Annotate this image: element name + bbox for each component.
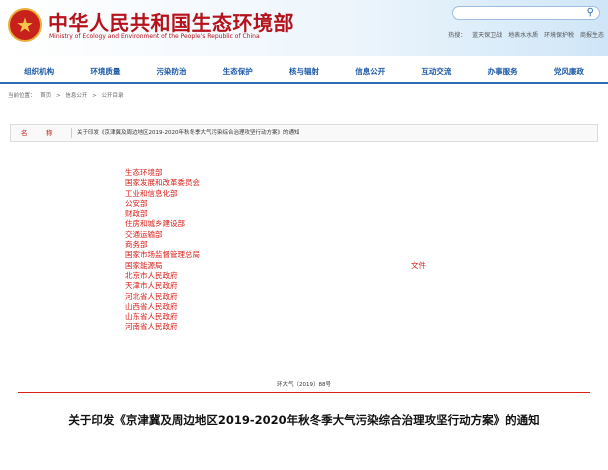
recipient-item: 国家能源局 xyxy=(125,260,163,270)
recipient-item: 财政部 xyxy=(125,209,148,219)
breadcrumb-info-disclosure[interactable]: 信息公开 xyxy=(65,93,87,99)
search-input[interactable]: ⚲ xyxy=(452,6,600,20)
recipient-item: 生态环境部 xyxy=(125,168,163,177)
hot-search-link[interactable]: 蓝天保卫战 xyxy=(472,32,502,39)
recipient-item: 国家市场监督管理总局 xyxy=(125,250,200,260)
document-name-row: 名 称 关于印发《京津冀及周边地区2019-2020年秋冬季大气污染综合治理攻坚… xyxy=(10,124,598,142)
site-subtitle: Ministry of Ecology and Environment of t… xyxy=(49,33,260,40)
nav-item-ecological-protection[interactable]: 生态保护 xyxy=(223,64,253,80)
recipient-item: 山东省人民政府 xyxy=(125,312,178,322)
recipient-list: 生态环境部 国家发展和改革委员会 工业和信息化部 公安部 财政部 住房和城乡建设… xyxy=(125,168,200,333)
site-header: ★ 中华人民共和国生态环境部 Ministry of Ecology and E… xyxy=(0,0,608,56)
name-divider xyxy=(71,128,72,138)
hot-search-links: 热搜： 蓝天保卫战 地表水水质 环境保护税 商报生态 xyxy=(444,30,604,39)
site-title[interactable]: 中华人民共和国生态环境部 xyxy=(48,7,294,36)
nav-item-information-disclosure[interactable]: 信息公开 xyxy=(355,64,385,80)
search-icon[interactable]: ⚲ xyxy=(587,7,594,19)
nav-item-environment-quality[interactable]: 环境质量 xyxy=(90,64,120,80)
hot-search-label: 热搜： xyxy=(448,32,467,39)
recipient-item: 山西省人民政府 xyxy=(125,301,178,311)
nav-divider xyxy=(0,82,608,84)
document-number: 环大气〔2019〕88号 xyxy=(277,382,331,388)
hot-search-link[interactable]: 环境保护税 xyxy=(544,32,574,39)
national-emblem-icon[interactable]: ★ xyxy=(8,8,42,42)
document-title: 关于印发《京津冀及周边地区2019-2020年秋冬季大气污染综合治理攻坚行动方案… xyxy=(68,413,540,427)
nav-item-organization[interactable]: 组织机构 xyxy=(24,64,54,80)
recipient-item: 天津市人民政府 xyxy=(125,281,178,291)
nav-item-pollution-control[interactable]: 污染防治 xyxy=(157,64,187,80)
hot-search-link[interactable]: 地表水水质 xyxy=(508,32,538,39)
name-value: 关于印发《京津冀及周边地区2019-2020年秋冬季大气污染综合治理攻坚行动方案… xyxy=(77,130,300,136)
recipient-item: 河南省人民政府 xyxy=(125,322,178,332)
name-label: 名 称 xyxy=(21,129,59,137)
recipient-item: 公安部 xyxy=(125,198,148,208)
recipient-item: 工业和信息化部 xyxy=(125,188,178,198)
nav-item-interaction[interactable]: 互动交流 xyxy=(421,64,451,80)
nav-item-services[interactable]: 办事服务 xyxy=(488,64,518,80)
recipient-item: 河北省人民政府 xyxy=(125,291,178,301)
nav-item-nuclear-radiation[interactable]: 核与辐射 xyxy=(289,64,319,80)
breadcrumb-label: 当前位置： xyxy=(8,93,36,99)
breadcrumb-catalog[interactable]: 公开目录 xyxy=(102,93,124,99)
breadcrumb-separator: > xyxy=(56,93,61,99)
main-nav: 组织机构 环境质量 污染防治 生态保护 核与辐射 信息公开 互动交流 办事服务 … xyxy=(0,64,608,80)
red-divider xyxy=(18,392,590,393)
breadcrumb-separator: > xyxy=(92,93,97,99)
document-type-label: 文件 xyxy=(411,261,426,270)
nav-item-integrity[interactable]: 党风廉政 xyxy=(554,64,584,80)
recipient-item: 商务部 xyxy=(125,240,148,250)
recipient-item: 交通运输部 xyxy=(125,229,163,239)
breadcrumb: 当前位置： 首页 > 信息公开 > 公开目录 xyxy=(8,91,127,99)
recipient-item: 住房和城乡建设部 xyxy=(125,219,185,229)
recipient-item: 国家发展和改革委员会 xyxy=(125,178,200,188)
hot-search-link[interactable]: 商报生态 xyxy=(580,32,604,39)
breadcrumb-home[interactable]: 首页 xyxy=(40,93,51,99)
recipient-item: 北京市人民政府 xyxy=(125,270,178,280)
